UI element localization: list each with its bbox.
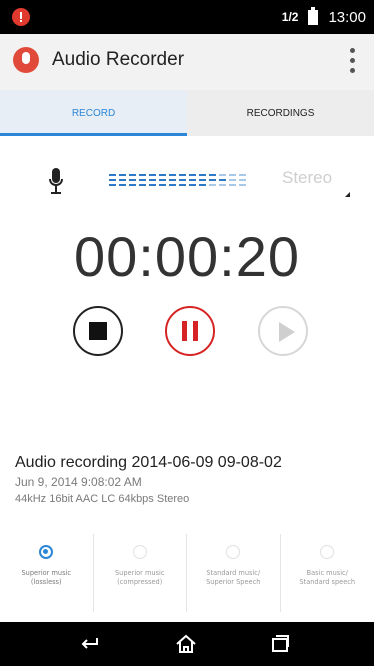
quality-option[interactable]: Standard music/ Superior Speech [187, 534, 281, 612]
radio-icon[interactable] [132, 545, 147, 559]
radio-icon[interactable] [320, 545, 335, 559]
level-meter [109, 174, 246, 186]
tab-recordings[interactable]: RECORDINGS [187, 90, 374, 136]
overflow-menu-icon[interactable] [350, 48, 356, 74]
app-bar: Audio Recorder [0, 34, 374, 90]
battery-icon [308, 6, 319, 25]
quality-option[interactable]: Superior music (compressed) [94, 534, 187, 612]
quality-option-label: Superior music (lossless) [21, 569, 72, 586]
back-icon[interactable] [78, 632, 102, 656]
signal-icon: 1/2 [281, 10, 299, 24]
play-button[interactable] [258, 306, 308, 356]
playback-controls [0, 306, 374, 362]
status-bar: 1/2 13:00 [0, 0, 374, 34]
clock: 13:00 [328, 8, 366, 26]
recording-timer: 00:00:20 [74, 225, 300, 288]
quality-option-label: Standard music/ Superior Speech [206, 569, 261, 586]
stop-button[interactable] [73, 306, 123, 356]
recording-info: Audio recording 2014-06-09 09-08-02 Jun … [15, 454, 282, 505]
quality-option-label: Superior music (compressed) [115, 569, 165, 586]
dropdown-caret-icon [345, 192, 350, 197]
recording-format: 44kHz 16bit AAC LC 64kbps Stereo [15, 493, 190, 505]
quality-selector: Superior music (lossless) Superior music… [0, 534, 374, 612]
navigation-bar [0, 622, 374, 666]
radio-selected-icon[interactable] [39, 545, 54, 559]
app-logo-icon [13, 47, 39, 73]
tab-bar: RECORD RECORDINGS [0, 90, 374, 137]
pause-button[interactable] [165, 306, 215, 356]
alert-icon [12, 8, 30, 26]
tab-record[interactable]: RECORD [0, 90, 187, 136]
recent-apps-icon[interactable] [268, 632, 292, 656]
home-icon[interactable] [174, 632, 198, 656]
radio-icon[interactable] [226, 545, 241, 559]
channel-mode-select[interactable]: Stereo [282, 168, 332, 188]
quality-option[interactable]: Superior music (lossless) [0, 534, 94, 612]
quality-option-label: Basic music/ Standard speech [299, 569, 356, 586]
recording-date: Jun 9, 2014 9:08:02 AM [15, 475, 142, 489]
recording-name: Audio recording 2014-06-09 09-08-02 [15, 454, 282, 471]
quality-option[interactable]: Basic music/ Standard speech [281, 534, 374, 612]
app-title: Audio Recorder [52, 49, 185, 70]
microphone-icon [48, 167, 64, 195]
